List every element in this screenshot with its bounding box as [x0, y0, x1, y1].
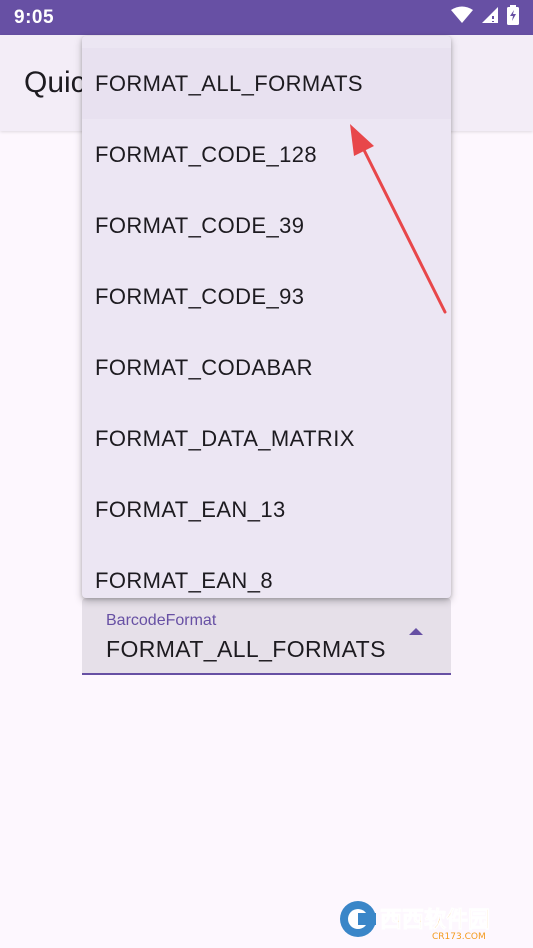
watermark-logo: 西西软件园 CR173.COM [336, 895, 514, 943]
battery-icon [507, 5, 519, 30]
wifi-icon [451, 6, 473, 29]
svg-text:CR173.COM: CR173.COM [432, 932, 486, 942]
dropdown-item-code-39[interactable]: FORMAT_CODE_39 [82, 190, 451, 261]
status-icons [451, 5, 519, 30]
dropdown-menu: FORMAT_ALL_FORMATS FORMAT_CODE_128 FORMA… [82, 36, 451, 598]
status-time: 9:05 [14, 6, 55, 28]
status-bar: 9:05 [0, 0, 533, 35]
dropdown-item-data-matrix[interactable]: FORMAT_DATA_MATRIX [82, 403, 451, 474]
barcode-format-dropdown-field[interactable]: BarcodeFormat FORMAT_ALL_FORMATS [82, 598, 451, 675]
dropdown-item-code-93[interactable]: FORMAT_CODE_93 [82, 261, 451, 332]
dropdown-item-code-128[interactable]: FORMAT_CODE_128 [82, 119, 451, 190]
field-value: FORMAT_ALL_FORMATS [106, 636, 386, 662]
svg-text:西西软件园: 西西软件园 [380, 907, 490, 933]
dropdown-item-ean-8[interactable]: FORMAT_EAN_8 [82, 545, 451, 598]
dropdown-item-codabar[interactable]: FORMAT_CODABAR [82, 332, 451, 403]
arrow-drop-up-icon[interactable] [409, 628, 423, 635]
dropdown-item-ean-13[interactable]: FORMAT_EAN_13 [82, 474, 451, 545]
signal-icon [481, 6, 499, 29]
dropdown-item-all-formats[interactable]: FORMAT_ALL_FORMATS [82, 48, 451, 119]
field-label: BarcodeFormat [106, 612, 217, 629]
